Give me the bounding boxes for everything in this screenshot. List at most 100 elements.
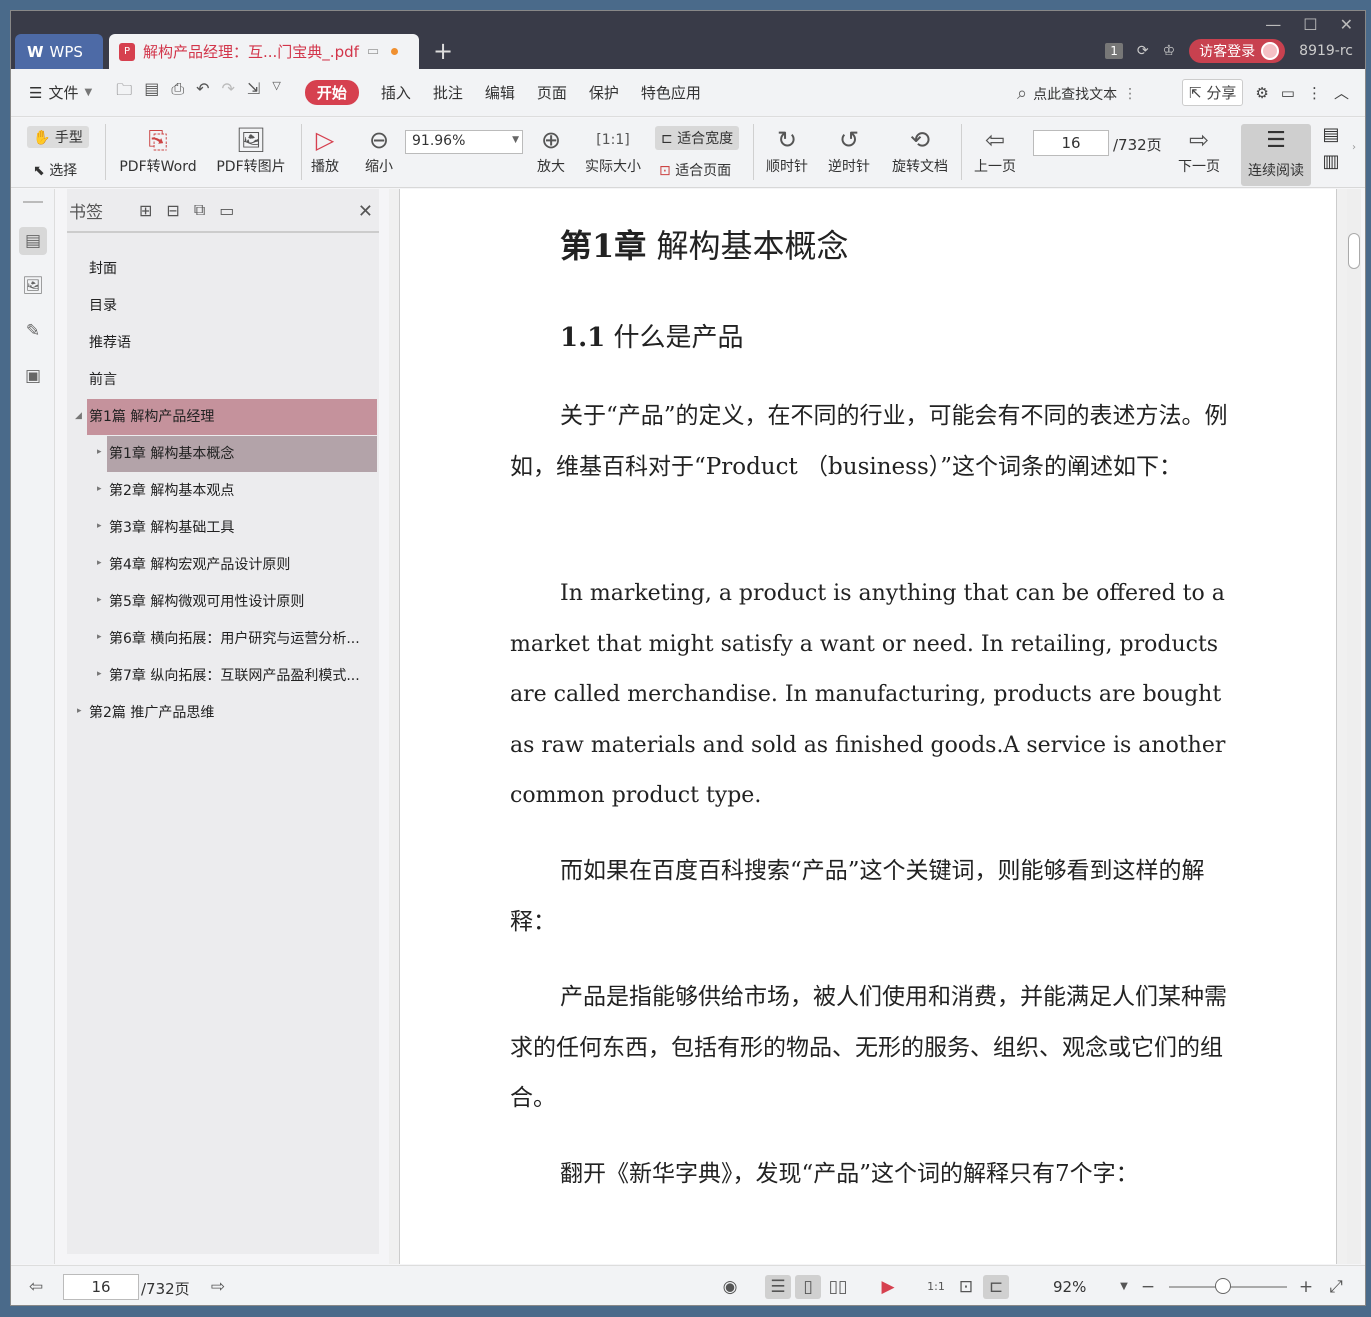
actual-size-button[interactable]: [1:1] 实际大小 xyxy=(581,124,645,176)
single-page-view-icon[interactable]: ▯ xyxy=(795,1275,821,1299)
vertical-scrollbar[interactable] xyxy=(1347,189,1361,1264)
new-tab-button[interactable]: + xyxy=(433,37,453,65)
open-folder-icon[interactable]: 🗀 xyxy=(116,79,132,106)
caret-right-icon[interactable]: ▸ xyxy=(97,632,102,642)
bookmark-item-current[interactable]: 第1章 解构基本概念 xyxy=(107,436,377,472)
zoom-slider-knob[interactable] xyxy=(1215,1278,1232,1294)
caret-right-icon[interactable]: ▸ xyxy=(97,595,102,605)
actual-size-status-icon[interactable]: 1:1 xyxy=(923,1275,949,1299)
double-page-icon[interactable]: ▥ xyxy=(1319,151,1343,172)
single-page-icon[interactable]: ▤ xyxy=(1319,124,1343,145)
zoom-select[interactable]: 91.96% ▼ xyxy=(405,130,523,154)
gear-icon[interactable]: ⚙ xyxy=(1255,84,1268,102)
close-panel-icon[interactable]: ✕ xyxy=(358,201,373,222)
bookmark-item[interactable]: 前言 xyxy=(89,362,377,398)
rotate-clockwise-button[interactable]: ↻ 顺时针 xyxy=(761,124,813,176)
more-quick-icon[interactable]: ▽ xyxy=(272,79,280,106)
zoom-plus-icon[interactable]: + xyxy=(1293,1275,1319,1299)
file-menu[interactable]: ☰ 文件 ▼ xyxy=(11,82,92,103)
fit-page-button[interactable]: ⊡ 适合页面 xyxy=(659,160,731,180)
fullscreen-icon[interactable]: ⤢ xyxy=(1323,1275,1349,1299)
double-page-view-icon[interactable]: ▯▯ xyxy=(825,1275,851,1299)
skin-icon[interactable]: ♔ xyxy=(1163,43,1176,59)
window-count-badge[interactable]: 1 xyxy=(1105,43,1123,59)
scrollbar-thumb[interactable] xyxy=(1348,233,1360,269)
bookmark-item[interactable]: 第3章 解构基础工具 xyxy=(109,510,377,546)
hand-tool-button[interactable]: ✋ 手型 xyxy=(27,126,89,148)
zoom-in-button[interactable]: ⊕ 放大 xyxy=(533,124,569,176)
more-options-icon[interactable]: ⋮ xyxy=(1307,84,1322,102)
tab-page[interactable]: 页面 xyxy=(537,82,567,103)
bookmark-item[interactable]: 第2篇 推广产品思维 xyxy=(89,695,377,731)
tab-start[interactable]: 开始 xyxy=(304,80,359,105)
play-slideshow-icon[interactable]: ▶ xyxy=(875,1275,901,1299)
bookmark-item[interactable]: 第2章 解构基本观点 xyxy=(109,473,377,509)
pdf-to-image-button[interactable]: 🖼 PDF转图片 xyxy=(213,124,289,176)
maximize-icon[interactable]: ☐ xyxy=(1303,15,1317,34)
pdf-to-word-button[interactable]: ⎘ PDF转Word xyxy=(113,124,203,176)
zoom-slider[interactable] xyxy=(1169,1278,1287,1294)
fit-page-status-icon[interactable]: ⊡ xyxy=(953,1275,979,1299)
tab-special[interactable]: 特色应用 xyxy=(641,82,701,103)
select-tool-button[interactable]: ⬉ 选择 xyxy=(33,160,77,180)
share-button[interactable]: ⇱ 分享 xyxy=(1181,79,1244,106)
rotate-counterclockwise-button[interactable]: ↺ 逆时针 xyxy=(823,124,875,176)
bookmark-panel-icon[interactable]: ▤ xyxy=(19,227,47,255)
bookmark-item-selected-part[interactable]: 第1篇 解构产品经理 xyxy=(87,399,377,435)
play-button[interactable]: ▷ 播放 xyxy=(307,124,343,176)
bookmark-item[interactable]: 第4章 解构宏观产品设计原则 xyxy=(109,547,377,583)
annotation-icon[interactable]: ✎ xyxy=(19,317,47,345)
status-zoom-value[interactable]: 92% xyxy=(1053,1278,1086,1296)
minimize-icon[interactable]: — xyxy=(1265,15,1281,34)
caret-right-icon[interactable]: ▸ xyxy=(97,558,102,568)
tab-insert[interactable]: 插入 xyxy=(381,82,411,103)
zoom-dropdown-icon[interactable]: ▼ xyxy=(1111,1275,1137,1299)
add-bookmark-icon[interactable]: ⊞ xyxy=(139,201,152,220)
caret-right-icon[interactable]: ▸ xyxy=(97,521,102,531)
ribbon-scroll-right-icon[interactable]: › xyxy=(1349,142,1359,153)
print-icon[interactable]: ⎙ xyxy=(171,79,184,106)
caret-right-icon[interactable]: ▸ xyxy=(97,484,102,494)
document-area[interactable]: 第1章 解构基本概念 1.1 什么是产品 关于“产品”的定义，在不同的行业，可能… xyxy=(389,189,1355,1264)
undo-icon[interactable]: ↶ xyxy=(196,79,209,106)
rotate-document-button[interactable]: ⟲ 旋转文档 xyxy=(887,124,953,176)
zoom-out-button[interactable]: ⊖ 缩小 xyxy=(361,124,397,176)
bookmark-item[interactable]: 推荐语 xyxy=(89,325,377,361)
caret-down-icon[interactable]: ◢ xyxy=(75,411,82,421)
expand-bookmark-icon[interactable]: ⧉ xyxy=(194,200,205,220)
bookmark-item[interactable]: 第6章 横向拓展：用户研究与运营分析... xyxy=(109,621,377,657)
bookmark-item[interactable]: 目录 xyxy=(89,288,377,324)
bookmark-item[interactable]: 第7章 纵向拓展：互联网产品盈利模式... xyxy=(109,658,377,694)
refresh-icon[interactable]: ⟳ xyxy=(1137,43,1149,59)
continuous-view-icon[interactable]: ☰ xyxy=(765,1275,791,1299)
caret-right-icon[interactable]: ▸ xyxy=(97,447,102,457)
save-icon[interactable]: ▤ xyxy=(144,79,159,106)
tab-document[interactable]: P 解构产品经理：互...门宝典_.pdf ▭ xyxy=(109,34,419,69)
close-window-icon[interactable]: ✕ xyxy=(1340,15,1353,34)
redo-icon[interactable]: ↷ xyxy=(222,79,235,106)
tab-annotate[interactable]: 批注 xyxy=(433,82,463,103)
page-number-input[interactable]: 16 xyxy=(1033,130,1109,156)
login-button[interactable]: 访客登录 xyxy=(1189,39,1286,63)
zoom-minus-icon[interactable]: − xyxy=(1135,1275,1161,1299)
tab-wps-home[interactable]: W WPS xyxy=(15,34,103,69)
collapse-ribbon-icon[interactable]: ︿ xyxy=(1334,82,1349,103)
prev-page-button[interactable]: ⇦ 上一页 xyxy=(969,124,1021,176)
status-page-input[interactable]: 16 xyxy=(63,1274,139,1300)
thumbnail-icon[interactable]: 🖼 xyxy=(19,272,47,300)
comment-icon[interactable]: ▭ xyxy=(1281,84,1295,102)
eye-care-icon[interactable]: ◉ xyxy=(717,1275,743,1299)
fit-width-button[interactable]: ⊏ 适合宽度 xyxy=(655,126,740,150)
tab-protect[interactable]: 保护 xyxy=(589,82,619,103)
add-sub-bookmark-icon[interactable]: ⊟ xyxy=(166,201,179,220)
bookmark-options-icon[interactable]: ▭ xyxy=(219,201,234,220)
next-page-button[interactable]: ⇨ 下一页 xyxy=(1173,124,1225,176)
fit-width-status-icon[interactable]: ⊏ xyxy=(983,1275,1009,1299)
rail-collapse-icon[interactable] xyxy=(23,201,43,203)
caret-right-icon[interactable]: ▸ xyxy=(97,669,102,679)
search-text-button[interactable]: ⌕ 点此查找文本 ⋮ xyxy=(1017,83,1137,104)
bookmark-item[interactable]: 第5章 解构微观可用性设计原则 xyxy=(109,584,377,620)
status-prev-page-icon[interactable]: ⇦ xyxy=(23,1275,49,1299)
status-next-page-icon[interactable]: ⇨ xyxy=(205,1275,231,1299)
more-vertical-icon[interactable]: ⋮ xyxy=(1123,86,1137,102)
